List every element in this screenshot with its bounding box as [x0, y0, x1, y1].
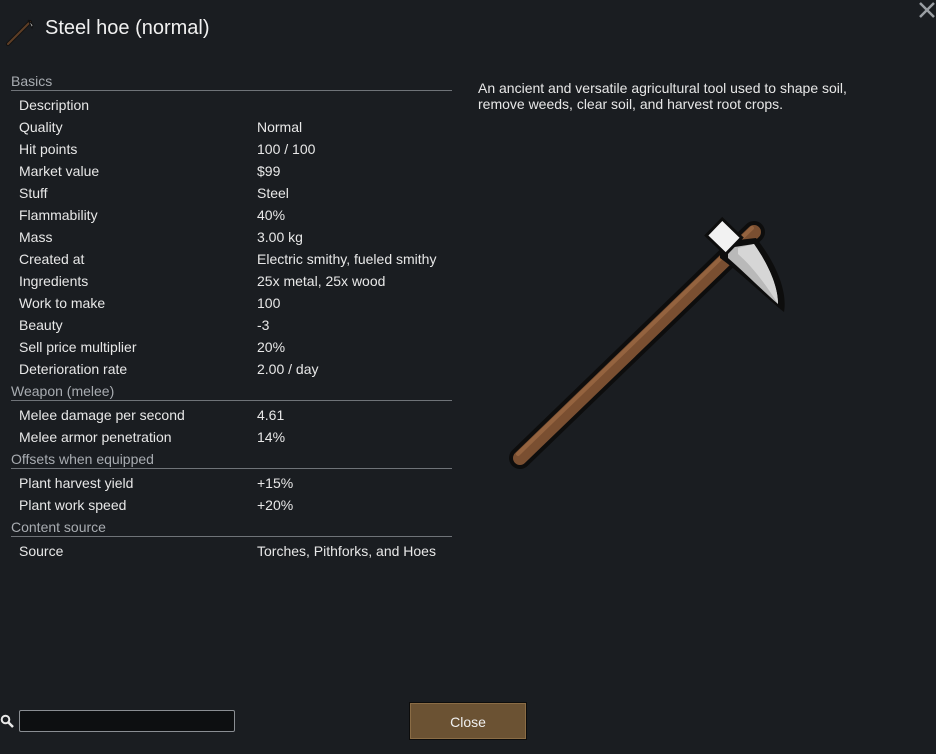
stat-label: Work to make	[19, 295, 106, 311]
stat-label: Flammability	[19, 207, 98, 223]
stat-value: Electric smithy, fueled smithy	[257, 251, 437, 267]
stat-label: Ingredients	[19, 273, 89, 289]
stat-label: Source	[19, 543, 64, 559]
stat-value: +15%	[257, 475, 294, 491]
stat-label: Sell price multiplier	[19, 339, 137, 355]
stat-value: Normal	[257, 119, 303, 135]
stat-value: 25x metal, 25x wood	[257, 273, 386, 289]
stat-label: Description	[19, 97, 90, 113]
stat-label: Melee damage per second	[19, 407, 185, 423]
stat-label: Melee armor penetration	[19, 429, 172, 445]
stat-label: Hit points	[19, 141, 78, 157]
stat-value: Steel	[257, 185, 289, 201]
window-title: Steel hoe (normal)	[45, 17, 210, 39]
section-header: Basics	[11, 72, 452, 91]
section-header: Content source	[11, 518, 452, 537]
stat-row[interactable]: Plant harvest yield +15%	[11, 472, 452, 494]
stats-panel: Basics Description Quality Normal Hit points…	[11, 72, 452, 564]
stat-label: Market value	[19, 163, 100, 179]
stat-label: Plant harvest yield	[19, 475, 134, 491]
stat-label: Created at	[19, 251, 85, 267]
stat-row[interactable]: Flammability 40%	[11, 204, 452, 226]
stat-value: +20%	[257, 497, 294, 513]
stat-row[interactable]: Description	[11, 94, 452, 116]
stat-row[interactable]: Work to make 100	[11, 292, 452, 314]
stat-value: -3	[257, 317, 270, 333]
stat-value: 2.00 / day	[257, 361, 319, 377]
stat-row[interactable]: Hit points 100 / 100	[11, 138, 452, 160]
hoe-icon	[6, 19, 34, 46]
stat-row[interactable]: Melee damage per second 4.61	[11, 404, 452, 426]
stat-row[interactable]: Stuff Steel	[11, 182, 452, 204]
stat-value: 4.61	[257, 407, 285, 423]
stat-value: 3.00 kg	[257, 229, 303, 245]
search-input[interactable]	[19, 710, 235, 732]
close-icon[interactable]	[916, 0, 936, 20]
stat-row[interactable]: Beauty -3	[11, 314, 452, 336]
stat-row[interactable]: Source Torches, Pithforks, and Hoes	[11, 540, 452, 562]
item-description: An ancient and versatile agricultural to…	[478, 80, 847, 112]
stat-label: Deterioration rate	[19, 361, 128, 377]
stat-value: $99	[257, 163, 281, 179]
search-icon	[0, 714, 14, 728]
stat-label: Quality	[19, 119, 63, 135]
stat-value: 40%	[257, 207, 286, 223]
stat-value: 100	[257, 295, 281, 311]
stat-label: Beauty	[19, 317, 63, 333]
stat-value: Torches, Pithforks, and Hoes	[257, 543, 436, 559]
stat-value: 20%	[257, 339, 286, 355]
stat-row[interactable]: Market value $99	[11, 160, 452, 182]
stat-label: Mass	[19, 229, 53, 245]
stat-label: Plant work speed	[19, 497, 127, 513]
section-header: Weapon (melee)	[11, 382, 452, 401]
stat-row[interactable]: Deterioration rate 2.00 / day	[11, 358, 452, 380]
stat-row[interactable]: Sell price multiplier 20%	[11, 336, 452, 358]
steel-hoe-image	[509, 216, 785, 469]
stat-row[interactable]: Ingredients 25x metal, 25x wood	[11, 270, 452, 292]
stat-row[interactable]: Created at Electric smithy, fueled smithy	[11, 248, 452, 270]
stat-label: Stuff	[19, 185, 48, 201]
section-header: Offsets when equipped	[11, 450, 452, 469]
stat-row[interactable]: Quality Normal	[11, 116, 452, 138]
stat-value: 14%	[257, 429, 286, 445]
stat-row[interactable]: Plant work speed +20%	[11, 494, 452, 516]
stat-value: 100 / 100	[257, 141, 316, 157]
close-button[interactable]: Close	[409, 702, 527, 740]
stat-row[interactable]: Melee armor penetration 14%	[11, 426, 452, 448]
stat-row[interactable]: Mass 3.00 kg	[11, 226, 452, 248]
